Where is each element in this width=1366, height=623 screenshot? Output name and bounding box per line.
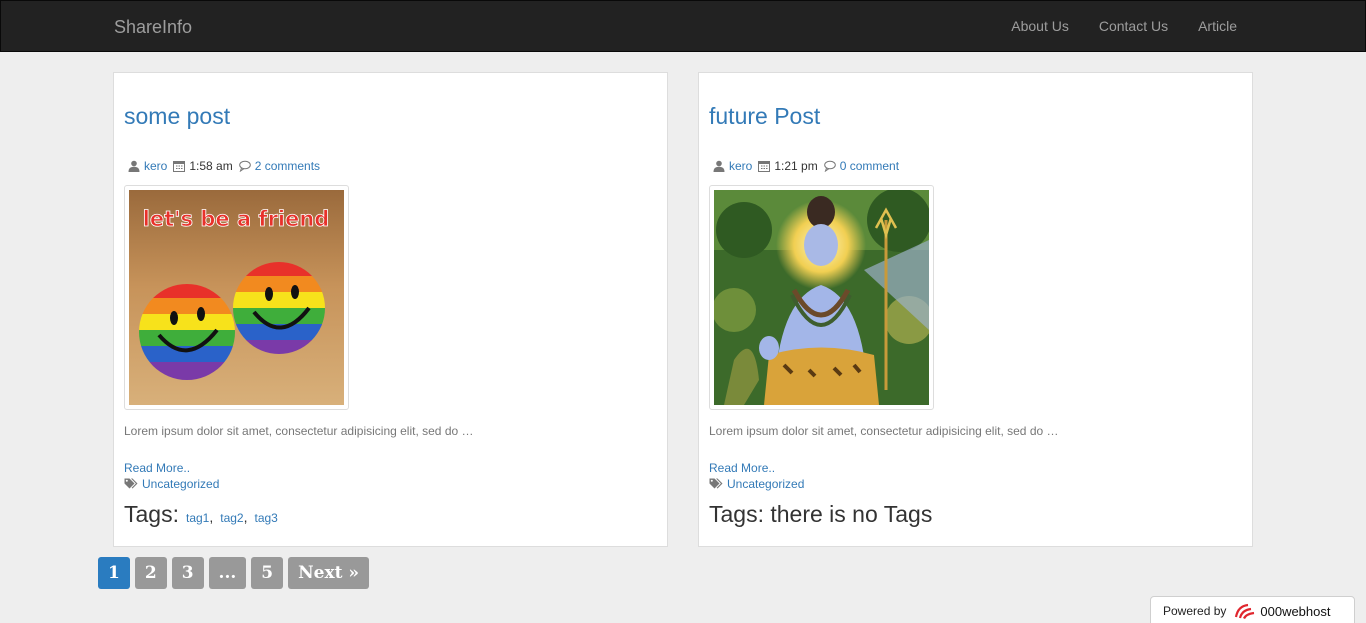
post-category: Uncategorized — [709, 477, 804, 491]
webhost-logo-icon — [1235, 603, 1255, 619]
page-button[interactable]: 5 — [251, 557, 284, 589]
tags-icon — [124, 478, 138, 489]
nav-about-us[interactable]: About Us — [1011, 18, 1069, 34]
post-author-link[interactable]: kero — [729, 159, 752, 173]
tags-empty-text: Tags: there is no Tags — [709, 501, 933, 527]
page-button[interactable]: 2 — [134, 557, 167, 589]
tag-separator: , — [243, 509, 248, 525]
category-link[interactable]: Uncategorized — [142, 477, 219, 491]
read-more-link[interactable]: Read More.. — [124, 461, 190, 475]
post-comments-link[interactable]: 0 comment — [840, 159, 899, 173]
tags-icon — [709, 478, 723, 489]
powered-by-badge[interactable]: Powered by 000webhost — [1150, 596, 1355, 623]
tag-link[interactable]: tag1 — [186, 511, 209, 525]
powered-by-label: Powered by — [1163, 604, 1227, 618]
tags-label: Tags: — [124, 501, 179, 527]
post-image-deity-painting — [714, 190, 929, 405]
read-more-link[interactable]: Read More.. — [709, 461, 775, 475]
post-comments-link[interactable]: 2 comments — [255, 159, 320, 173]
post-title-link[interactable]: future Post — [709, 103, 820, 130]
post-image-smileys: let's be a friend — [129, 190, 344, 405]
calendar-icon — [173, 161, 186, 172]
top-navbar: ShareInfo About Us Contact Us Article — [0, 0, 1366, 52]
category-link[interactable]: Uncategorized — [727, 477, 804, 491]
post-thumbnail[interactable] — [709, 185, 934, 410]
calendar-icon — [758, 161, 771, 172]
tag-separator: , — [209, 509, 214, 525]
tag-link[interactable]: tag2 — [220, 511, 243, 525]
post-time: 1:58 am — [189, 159, 233, 173]
comment-icon — [823, 160, 836, 172]
post-card: future Post kero 1:21 pm 0 comment Lorem… — [698, 72, 1253, 547]
post-thumbnail[interactable]: let's be a friend — [124, 185, 349, 410]
post-meta: kero 1:58 am 2 comments — [128, 159, 320, 173]
post-tags: Tags: tag1, tag2, tag3 — [124, 501, 278, 528]
next-page-button[interactable]: Next » — [288, 557, 370, 589]
pagination: 1 2 3 ... 5 Next » — [98, 557, 370, 589]
post-title-link[interactable]: some post — [124, 103, 230, 130]
nav-links: About Us Contact Us Article — [1011, 18, 1237, 34]
post-meta: kero 1:21 pm 0 comment — [713, 159, 899, 173]
user-icon — [128, 160, 140, 172]
post-excerpt: Lorem ipsum dolor sit amet, consectetur … — [124, 424, 474, 438]
post-tags: Tags: there is no Tags — [709, 501, 932, 528]
post-excerpt: Lorem ipsum dolor sit amet, consectetur … — [709, 424, 1059, 438]
brand-logo-link[interactable]: ShareInfo — [114, 17, 192, 38]
tag-link[interactable]: tag3 — [254, 511, 277, 525]
user-icon — [713, 160, 725, 172]
page-ellipsis: ... — [208, 557, 247, 589]
image-caption: let's be a friend — [143, 207, 330, 231]
page-button[interactable]: 3 — [171, 557, 204, 589]
webhost-name: 000webhost — [1260, 603, 1331, 619]
nav-article[interactable]: Article — [1198, 18, 1237, 34]
post-time: 1:21 pm — [774, 159, 818, 173]
comment-icon — [238, 160, 251, 172]
nav-contact-us[interactable]: Contact Us — [1099, 18, 1168, 34]
page-button-current[interactable]: 1 — [98, 557, 130, 589]
post-author-link[interactable]: kero — [144, 159, 167, 173]
post-category: Uncategorized — [124, 477, 219, 491]
post-card: some post kero 1:58 am 2 comments let's … — [113, 72, 668, 547]
